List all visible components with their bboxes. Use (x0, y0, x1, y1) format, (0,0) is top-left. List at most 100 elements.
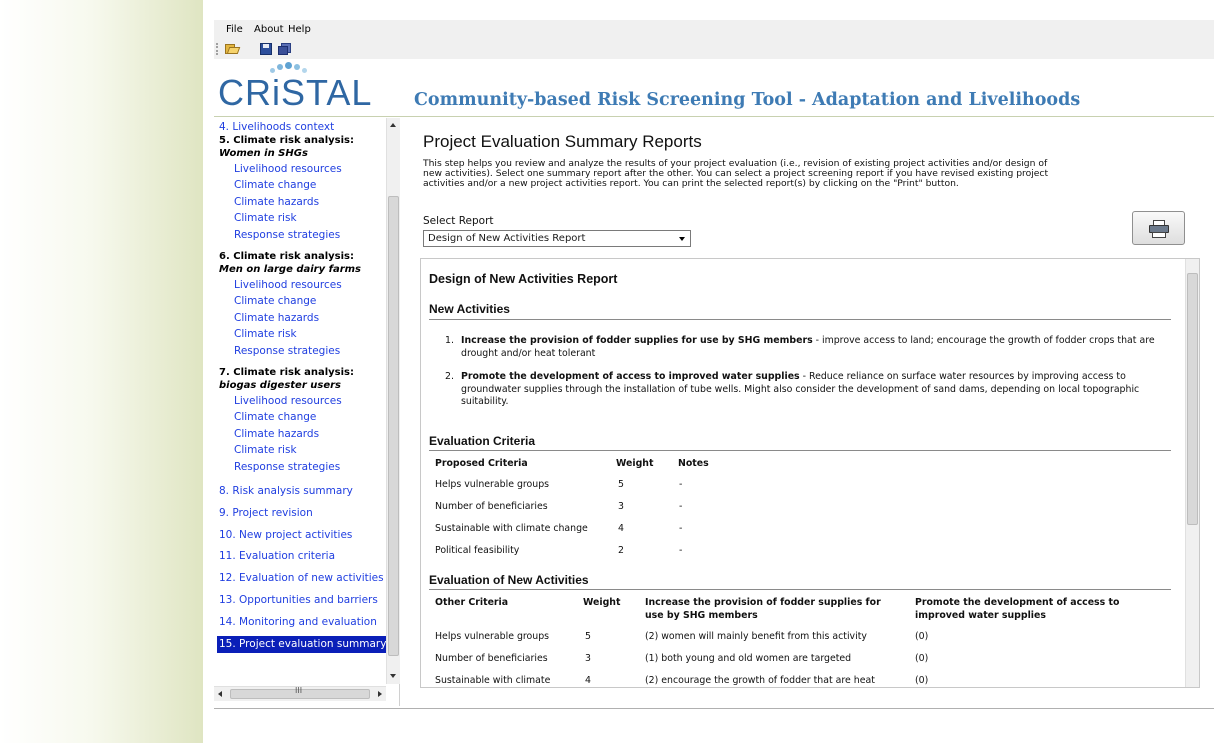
menu-help[interactable]: Help (288, 24, 311, 35)
sidebar-heading-sub: Women in SHGs (219, 148, 308, 159)
print-button[interactable] (1132, 211, 1185, 245)
table-cell: 3 (618, 501, 624, 512)
sidebar-subitem[interactable]: Livelihood resources (234, 278, 342, 292)
sidebar-item[interactable]: 14. Monitoring and evaluation (219, 615, 377, 629)
toolbar-grip (216, 43, 219, 55)
table-cell: (0) (915, 675, 929, 686)
table-cell: (0) (915, 653, 929, 664)
sidebar-subitem[interactable]: Climate risk (234, 211, 297, 225)
table-header: Other Criteria (435, 597, 509, 608)
toolbar (214, 40, 1214, 59)
app-title: Community-based Risk Screening Tool - Ad… (414, 90, 1081, 110)
table-cell: - (679, 479, 683, 490)
cristal-logo: CRiSTAL (218, 62, 378, 114)
sidebar-item[interactable]: 10. New project activities (219, 528, 352, 542)
table-cell: (2) women will mainly benefit from this … (645, 631, 867, 642)
sidebar-heading-sub: biogas digester users (219, 380, 341, 391)
menu-about[interactable]: About (254, 24, 284, 35)
sidebar-subitem[interactable]: Climate risk (234, 443, 297, 457)
bottom-divider (214, 708, 1214, 709)
logo-text: CRiSTAL (218, 72, 373, 113)
select-report-label: Select Report (423, 215, 494, 227)
table-cell: - (679, 545, 683, 556)
sidebar-subitem[interactable]: Climate hazards (234, 195, 319, 209)
evaluation-criteria-heading: Evaluation Criteria (429, 434, 536, 448)
menu-bar: File About Help (214, 20, 1214, 40)
scroll-grip-glyph: III (295, 686, 303, 695)
open-folder-icon[interactable] (225, 43, 241, 55)
page-title: Project Evaluation Summary Reports (423, 132, 702, 151)
section-divider (429, 589, 1171, 590)
sidebar-subitem[interactable]: Livelihood resources (234, 162, 342, 176)
sidebar-item[interactable]: 11. Evaluation criteria (219, 549, 335, 563)
table-cell: 3 (585, 653, 591, 664)
table-header: Weight (616, 458, 654, 469)
sidebar-subitem[interactable]: Response strategies (234, 460, 340, 474)
table-cell: 4 (585, 675, 591, 686)
sidebar-heading-label: 5. Climate risk analysis: (219, 135, 354, 146)
table-cell: (0) (915, 631, 929, 642)
sidebar-heading-label: 7. Climate risk analysis: (219, 367, 354, 378)
printer-icon (1149, 220, 1169, 238)
table-header: improved water supplies (915, 610, 1046, 621)
sidebar-hscroll-thumb[interactable]: III (230, 686, 370, 699)
intro-text: This step helps you review and analyze t… (423, 158, 1049, 189)
table-cell: Sustainable with climate change (435, 523, 588, 534)
report-view: Design of New Activities Report New Acti… (420, 258, 1200, 688)
sidebar-item[interactable]: 8. Risk analysis summary (219, 484, 353, 498)
sidebar: 4. Livelihoods context 5. Climate risk an… (214, 118, 400, 706)
sidebar-subitem[interactable]: Climate change (234, 294, 316, 308)
scroll-down-icon[interactable] (390, 674, 396, 678)
table-cell: Helps vulnerable groups (435, 479, 550, 490)
report-scroll-thumb[interactable] (1187, 273, 1198, 525)
sidebar-scroll-thumb[interactable] (388, 196, 399, 656)
table-header: Weight (583, 597, 621, 608)
table-header: Proposed Criteria (435, 458, 528, 469)
sidebar-item[interactable]: 12. Evaluation of new activities (219, 571, 384, 585)
activity-item: Increase the provision of fodder supplie… (461, 335, 1169, 360)
save-all-icon[interactable] (278, 43, 292, 55)
sidebar-subitem[interactable]: Climate hazards (234, 311, 319, 325)
activity-title: Increase the provision of fodder supplie… (461, 335, 813, 346)
report-title: Design of New Activities Report (429, 272, 618, 286)
table-cell: Number of beneficiaries (435, 653, 548, 664)
scroll-right-icon[interactable] (378, 691, 382, 697)
sidebar-horizontal-scrollbar[interactable]: III (214, 686, 386, 701)
save-icon[interactable] (260, 43, 274, 55)
sidebar-subitem[interactable]: Climate hazards (234, 427, 319, 441)
report-vertical-scrollbar[interactable] (1185, 259, 1199, 687)
activity-title: Promote the development of access to imp… (461, 371, 800, 382)
left-decorative-band (0, 0, 203, 743)
sidebar-item[interactable]: 4. Livelihoods context (219, 120, 334, 134)
table-header: Promote the development of access to (915, 597, 1120, 608)
sidebar-nav: 4. Livelihoods context 5. Climate risk an… (214, 118, 390, 684)
chevron-down-icon (679, 237, 685, 241)
table-cell: 5 (585, 631, 591, 642)
report-select-value: Design of New Activities Report (428, 233, 586, 244)
menu-file[interactable]: File (226, 24, 243, 35)
sidebar-subitem[interactable]: Climate risk (234, 327, 297, 341)
activity-number: 1. (445, 335, 454, 346)
table-cell: (1) both young and old women are targete… (645, 653, 852, 664)
title-divider (214, 116, 1214, 117)
sidebar-subitem[interactable]: Livelihood resources (234, 394, 342, 408)
sidebar-heading-label: 6. Climate risk analysis: (219, 251, 354, 262)
sidebar-subitem[interactable]: Response strategies (234, 228, 340, 242)
report-select[interactable]: Design of New Activities Report (423, 230, 691, 247)
table-cell: Number of beneficiaries (435, 501, 548, 512)
table-header: Notes (678, 458, 709, 469)
sidebar-item[interactable]: 13. Opportunities and barriers (219, 593, 378, 607)
scroll-left-icon[interactable] (218, 691, 222, 697)
sidebar-section-heading: 6. Climate risk analysis: Men on large da… (219, 250, 361, 276)
sidebar-subitem[interactable]: Response strategies (234, 344, 340, 358)
table-cell: Political feasibility (435, 545, 520, 556)
table-cell: 4 (618, 523, 624, 534)
sidebar-subitem[interactable]: Climate change (234, 178, 316, 192)
scroll-up-icon[interactable] (390, 123, 396, 127)
section-divider (429, 319, 1171, 320)
sidebar-item-active[interactable]: 15. Project evaluation summary (217, 635, 390, 653)
sidebar-item[interactable]: 9. Project revision (219, 506, 313, 520)
table-header: use by SHG members (645, 610, 758, 621)
sidebar-vertical-scrollbar[interactable] (386, 118, 400, 684)
sidebar-subitem[interactable]: Climate change (234, 410, 316, 424)
